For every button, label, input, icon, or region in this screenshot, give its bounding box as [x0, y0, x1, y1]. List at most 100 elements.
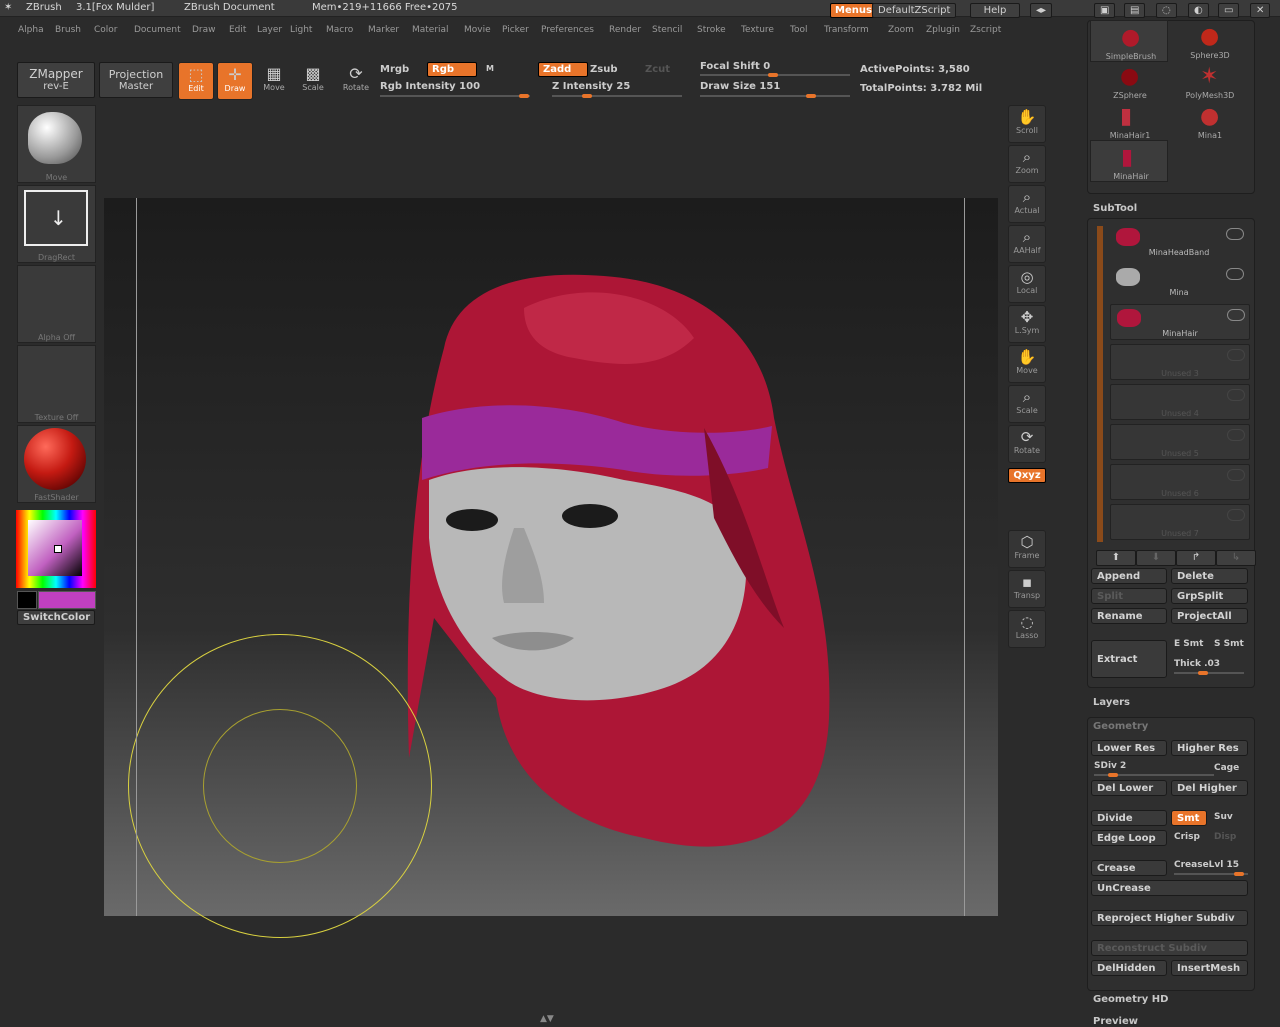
thick-slider[interactable] — [1174, 671, 1244, 675]
menu-picker[interactable]: Picker — [502, 25, 529, 35]
stroke-slot[interactable]: ↓ DragRect — [17, 185, 96, 263]
suv-toggle[interactable]: Suv — [1214, 812, 1233, 822]
z-intensity-thumb[interactable] — [582, 94, 592, 98]
color-square[interactable] — [28, 520, 82, 576]
menu-edit[interactable]: Edit — [229, 25, 246, 35]
zoom-button[interactable]: ⌕ Zoom — [1008, 145, 1046, 183]
subtool-item[interactable]: Unused 6 — [1110, 464, 1250, 500]
texture-slot[interactable]: Texture Off — [17, 345, 96, 423]
help-button[interactable]: Help — [970, 3, 1020, 18]
brush-move-slot[interactable]: Move — [17, 105, 96, 183]
window-icon[interactable]: ▣ — [1094, 3, 1116, 18]
tool-minahair1[interactable]: ▮ MinaHair1 — [1090, 100, 1170, 140]
visibility-eye-icon[interactable] — [1227, 509, 1245, 521]
window-arrows-icon[interactable]: ◂▸ — [1030, 3, 1053, 18]
menu-transform[interactable]: Transform — [824, 25, 869, 35]
subtool-item[interactable]: Unused 7 — [1110, 504, 1250, 540]
rotate-button[interactable]: ⟳ Rotate — [1008, 425, 1046, 463]
menu-texture[interactable]: Texture — [741, 25, 774, 35]
crease-button[interactable]: Crease — [1091, 860, 1167, 876]
rgb-intensity-thumb[interactable] — [519, 94, 529, 98]
draw-size-thumb[interactable] — [806, 94, 816, 98]
menu-draw[interactable]: Draw — [192, 25, 216, 35]
close-icon[interactable]: ✕ — [1250, 3, 1271, 18]
insertmesh-button[interactable]: InsertMesh — [1171, 960, 1248, 976]
zcut-button[interactable]: Zcut — [645, 64, 670, 75]
disp-toggle[interactable]: Disp — [1214, 832, 1236, 842]
xyz-symmetry-button[interactable]: Qxyz — [1008, 468, 1046, 483]
delete-button[interactable]: Delete — [1171, 568, 1248, 584]
subtool-item[interactable]: Unused 5 — [1110, 424, 1250, 460]
preview-title[interactable]: Preview — [1093, 1016, 1138, 1027]
scale-button[interactable]: ▩ Scale — [296, 62, 330, 98]
menus-button[interactable]: Menus — [830, 3, 877, 18]
zmapper-button[interactable]: ZMapper rev-E — [17, 62, 95, 98]
cage-button[interactable]: Cage — [1214, 763, 1239, 773]
document-canvas[interactable] — [104, 198, 998, 938]
visibility-eye-icon[interactable] — [1226, 228, 1244, 240]
visibility-eye-icon[interactable] — [1227, 469, 1245, 481]
menu-tool[interactable]: Tool — [790, 25, 807, 35]
reproject-higher-subdiv-button[interactable]: Reproject Higher Subdiv — [1091, 910, 1248, 926]
menu-brush[interactable]: Brush — [55, 25, 81, 35]
move-down-icon[interactable]: ⬇ — [1136, 550, 1176, 566]
rgb-intensity-slider[interactable] — [380, 94, 530, 98]
maximize-icon[interactable]: ◐ — [1188, 3, 1209, 18]
menu-document[interactable]: Document — [134, 25, 181, 35]
draw-button[interactable]: ✛ Draw — [217, 62, 253, 100]
sdiv-slider[interactable] — [1094, 773, 1214, 777]
layers-title[interactable]: Layers — [1093, 697, 1130, 708]
zsub-button[interactable]: Zsub — [590, 64, 617, 75]
append-button[interactable]: Append — [1091, 568, 1167, 584]
edge-loop-button[interactable]: Edge Loop — [1091, 830, 1167, 846]
subtool-item[interactable]: Unused 4 — [1110, 384, 1250, 420]
m-button[interactable]: M — [486, 64, 494, 73]
sdiv-thumb[interactable] — [1108, 773, 1118, 777]
crisp-toggle[interactable]: Crisp — [1174, 832, 1200, 842]
edit-button[interactable]: ⬚ Edit — [178, 62, 214, 100]
subtool-item[interactable]: MinaHair — [1110, 304, 1250, 340]
alpha-slot[interactable]: Alpha Off — [17, 265, 96, 343]
focal-shift-slider[interactable] — [700, 73, 850, 77]
switch-color-button[interactable]: SwitchColor — [17, 610, 95, 625]
subtool-item[interactable]: Mina — [1110, 264, 1248, 298]
scroll-button[interactable]: ✋ Scroll — [1008, 105, 1046, 143]
default-zscript-button[interactable]: DefaultZScript — [872, 3, 957, 18]
del-lower-button[interactable]: Del Lower — [1091, 780, 1167, 796]
color-picker[interactable] — [16, 510, 96, 588]
move-up-icon[interactable]: ⬆ — [1096, 550, 1136, 566]
menu-render[interactable]: Render — [609, 25, 641, 35]
primary-color-swatch[interactable] — [38, 591, 96, 609]
ssmt-toggle[interactable]: S Smt — [1214, 639, 1244, 649]
reconstruct-subdiv-button[interactable]: Reconstruct Subdiv — [1091, 940, 1248, 956]
tool-zsphere[interactable]: ● ZSphere — [1090, 60, 1170, 100]
subtool-title[interactable]: SubTool — [1093, 203, 1137, 214]
higher-res-button[interactable]: Higher Res — [1171, 740, 1248, 756]
esmt-toggle[interactable]: E Smt — [1174, 639, 1203, 649]
local-button[interactable]: ◎ Local — [1008, 265, 1046, 303]
tool-sphere3d[interactable]: ● Sphere3D — [1170, 20, 1250, 60]
del-higher-button[interactable]: Del Higher — [1171, 780, 1248, 796]
menu-material[interactable]: Material — [412, 25, 449, 35]
back-arrow-icon[interactable]: ↳ — [1216, 550, 1256, 566]
tool-mina1[interactable]: ● Mina1 — [1170, 100, 1250, 140]
menu-preferences[interactable]: Preferences — [541, 25, 594, 35]
move-button[interactable]: ✋ Move — [1008, 345, 1046, 383]
menu-macro[interactable]: Macro — [326, 25, 353, 35]
subtool-scrollbar[interactable] — [1097, 226, 1103, 542]
menu-marker[interactable]: Marker — [368, 25, 399, 35]
menu-color[interactable]: Color — [94, 25, 118, 35]
projection-master-button[interactable]: Projection Master — [99, 62, 173, 98]
visibility-eye-icon[interactable] — [1227, 389, 1245, 401]
grpsplit-button[interactable]: GrpSplit — [1171, 588, 1248, 604]
tool-simplebrush[interactable]: ● SimpleBrush — [1090, 20, 1168, 62]
scale-button[interactable]: ⌕ Scale — [1008, 385, 1046, 423]
extract-button[interactable]: Extract — [1091, 640, 1167, 678]
mrgb-button[interactable]: Mrgb — [380, 64, 409, 75]
subtool-item[interactable]: Unused 3 — [1110, 344, 1250, 380]
smt-toggle[interactable]: Smt — [1171, 810, 1207, 826]
menu-zplugin[interactable]: Zplugin — [926, 25, 960, 35]
divide-button[interactable]: Divide — [1091, 810, 1167, 826]
zadd-button[interactable]: Zadd — [538, 62, 588, 77]
lower-res-button[interactable]: Lower Res — [1091, 740, 1167, 756]
